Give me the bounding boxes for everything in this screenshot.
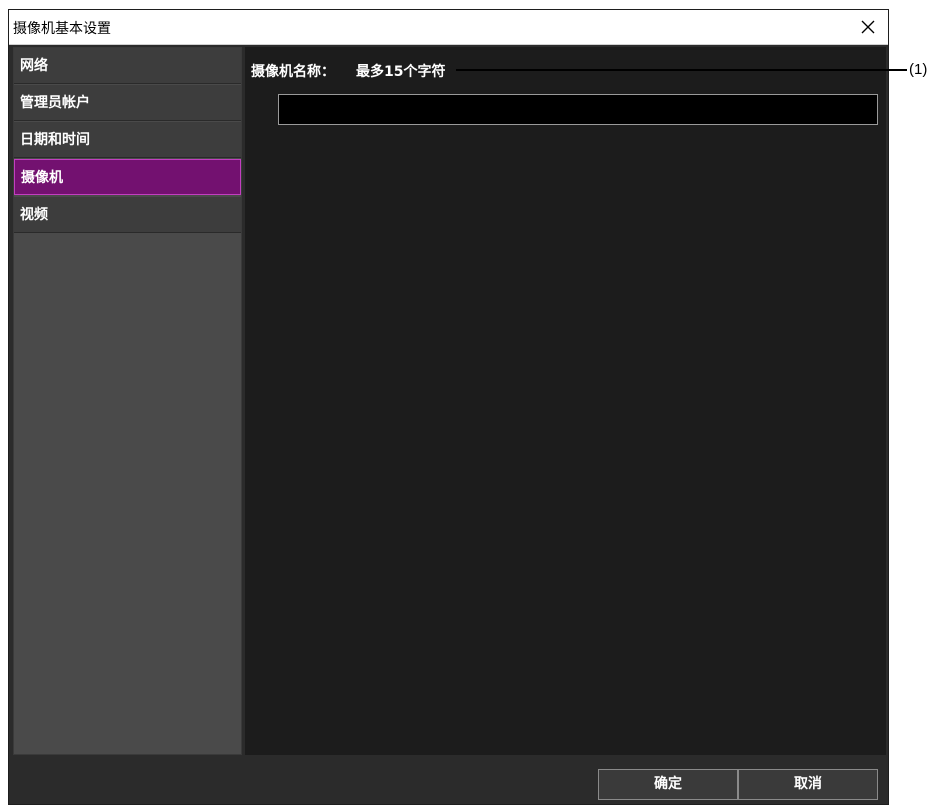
- sidebar-item-network[interactable]: 网络: [14, 48, 241, 84]
- close-icon: [861, 20, 875, 34]
- callout-label: (1): [909, 61, 928, 78]
- callout-leader-line: [456, 69, 907, 71]
- camera-name-input[interactable]: [278, 94, 878, 125]
- camera-name-label: 摄像机名称：: [251, 64, 335, 80]
- sidebar-item-date-time[interactable]: 日期和时间: [14, 122, 241, 158]
- sidebar-item-admin-account[interactable]: 管理员帐户: [14, 85, 241, 121]
- camera-settings-dialog: 摄像机基本设置 网络 管理员帐户 日期和时间 摄像机 视频 摄像机名称： 最多1…: [8, 9, 889, 805]
- close-button[interactable]: [854, 13, 882, 41]
- ok-button[interactable]: 确定: [598, 769, 738, 800]
- sidebar-item-camera[interactable]: 摄像机: [14, 159, 241, 195]
- settings-sidebar: 网络 管理员帐户 日期和时间 摄像机 视频: [13, 47, 242, 755]
- sidebar-item-video[interactable]: 视频: [14, 197, 241, 233]
- cancel-button[interactable]: 取消: [738, 769, 878, 800]
- camera-settings-panel: 摄像机名称： 最多15个字符: [245, 47, 886, 755]
- camera-name-hint: 最多15个字符: [356, 64, 446, 80]
- title-bar: 摄像机基本设置: [9, 10, 888, 45]
- dialog-footer: 确定 取消: [9, 758, 888, 804]
- dialog-title: 摄像机基本设置: [13, 21, 111, 37]
